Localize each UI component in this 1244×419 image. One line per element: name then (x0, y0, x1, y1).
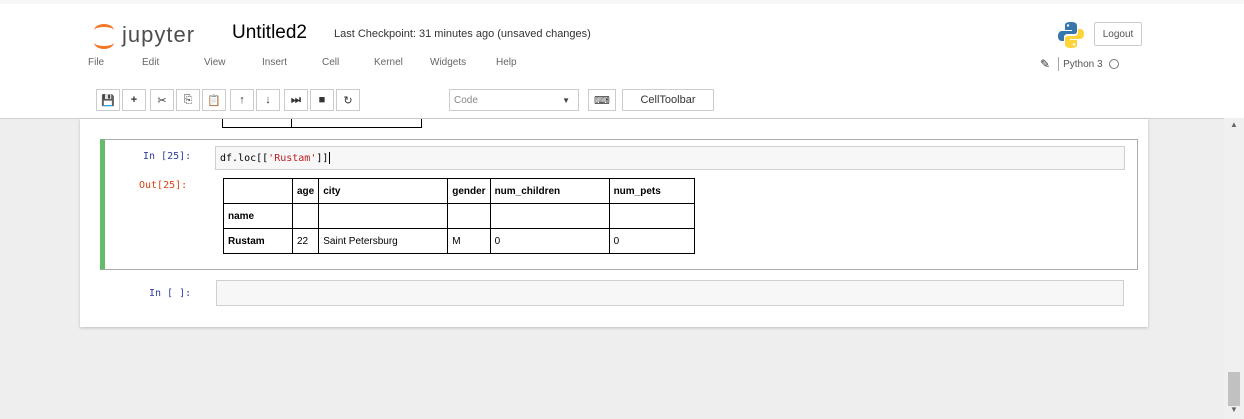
stop-icon[interactable]: ■ (310, 89, 334, 111)
menu-help[interactable]: Help (496, 57, 517, 68)
add-cell-icon[interactable]: + (122, 89, 146, 111)
code-editor[interactable]: df.loc[['Rustam']] (215, 146, 1125, 170)
notebook-name[interactable]: Untitled2 (232, 22, 307, 44)
notebook-header: jupyter Untitled2 Last Checkpoint: 31 mi… (0, 0, 1244, 119)
jupyter-logo-text: jupyter (122, 22, 196, 47)
kernel-indicator: ✎ Python 3 (1040, 57, 1119, 71)
code-cell-empty[interactable]: In [ ]: (100, 276, 1138, 310)
logout-button[interactable]: Logout (1094, 22, 1142, 46)
save-icon[interactable]: 💾 (96, 89, 120, 111)
browser-top-strip (0, 0, 1244, 4)
checkpoint-status: Last Checkpoint: 31 minutes ago (unsaved… (334, 28, 591, 40)
table-index-name-row: name (223, 203, 695, 229)
table-header-cell (223, 178, 293, 204)
cell-type-select[interactable]: Code ▼ (449, 89, 579, 111)
jupyter-logo[interactable]: jupyter (92, 20, 195, 50)
table-header-cell: num_pets (608, 178, 695, 204)
paste-icon[interactable]: 📋 (202, 89, 226, 111)
input-prompt: In [25]: (143, 151, 192, 162)
menu-insert[interactable]: Insert (262, 57, 287, 68)
run-icon[interactable]: ⏭ (284, 89, 308, 111)
previous-output-table-edge (222, 119, 422, 128)
notebook-toolbar: 💾 + ✂ ⎘ 📋 ↑ ↓ ⏭ ■ ↻ Code ▼ ⌨ CellToolbar (96, 89, 1096, 113)
table-header-cell: city (318, 178, 449, 204)
chevron-down-icon: ▼ (562, 95, 570, 105)
kernel-name[interactable]: Python 3 (1063, 59, 1102, 70)
code-string-literal: 'Rustam' (268, 153, 317, 164)
move-down-icon[interactable]: ↓ (256, 89, 280, 111)
text-cursor (329, 152, 331, 164)
page-scrollbar[interactable]: ▲ ▼ (1224, 118, 1244, 419)
celltoolbar-button[interactable]: CellToolbar (622, 89, 714, 111)
cell-type-value: Code (454, 94, 478, 106)
menu-kernel[interactable]: Kernel (374, 57, 403, 68)
menu-file[interactable]: File (88, 57, 104, 68)
notebook-container: In [25]: df.loc[['Rustam']] Out[25]: age… (80, 119, 1148, 327)
scroll-up-arrow-icon[interactable]: ▲ (1230, 120, 1238, 129)
jupyter-logo-icon (92, 22, 116, 49)
table-row-index: Rustam (223, 228, 293, 254)
move-up-icon[interactable]: ↑ (230, 89, 254, 111)
table-row: Rustam 22 Saint Petersburg M 0 0 (223, 228, 695, 254)
table-header-cell: age (291, 178, 320, 204)
code-editor-empty[interactable] (216, 280, 1124, 306)
code-text-suffix: ]] (316, 153, 329, 164)
scrollbar-thumb[interactable] (1228, 372, 1240, 406)
code-text: df.loc[[ (220, 153, 269, 164)
menu-bar: File Edit View Insert Cell Kernel Widget… (80, 53, 1170, 79)
restart-icon[interactable]: ↻ (336, 89, 360, 111)
menu-widgets[interactable]: Widgets (430, 57, 466, 68)
edit-mode-pencil-icon: ✎ (1040, 57, 1051, 71)
table-cell: 0 (489, 228, 610, 254)
table-cell: 22 (291, 228, 320, 254)
table-header-row: age city gender num_children num_pets (223, 178, 695, 204)
table-header-cell: gender (447, 178, 491, 204)
table-index-name: name (223, 203, 293, 229)
table-header-cell: num_children (489, 178, 610, 204)
menu-cell[interactable]: Cell (322, 57, 339, 68)
scroll-down-arrow-icon[interactable]: ▼ (1230, 405, 1238, 414)
dataframe-output-table: age city gender num_children num_pets na… (223, 178, 695, 254)
input-prompt-empty: In [ ]: (149, 288, 192, 299)
code-cell-selected[interactable]: In [25]: df.loc[['Rustam']] Out[25]: age… (100, 139, 1138, 270)
keyboard-icon[interactable]: ⌨ (588, 89, 616, 111)
table-cell: 0 (608, 228, 695, 254)
menu-view[interactable]: View (204, 57, 226, 68)
python-logo-icon (1058, 22, 1084, 48)
copy-icon[interactable]: ⎘ (176, 89, 200, 111)
menu-edit[interactable]: Edit (142, 57, 159, 68)
kernel-status-circle-icon (1108, 59, 1119, 69)
table-cell: M (447, 228, 491, 254)
cut-icon[interactable]: ✂ (150, 89, 174, 111)
output-prompt: Out[25]: (139, 180, 188, 191)
table-cell: Saint Petersburg (318, 228, 449, 254)
